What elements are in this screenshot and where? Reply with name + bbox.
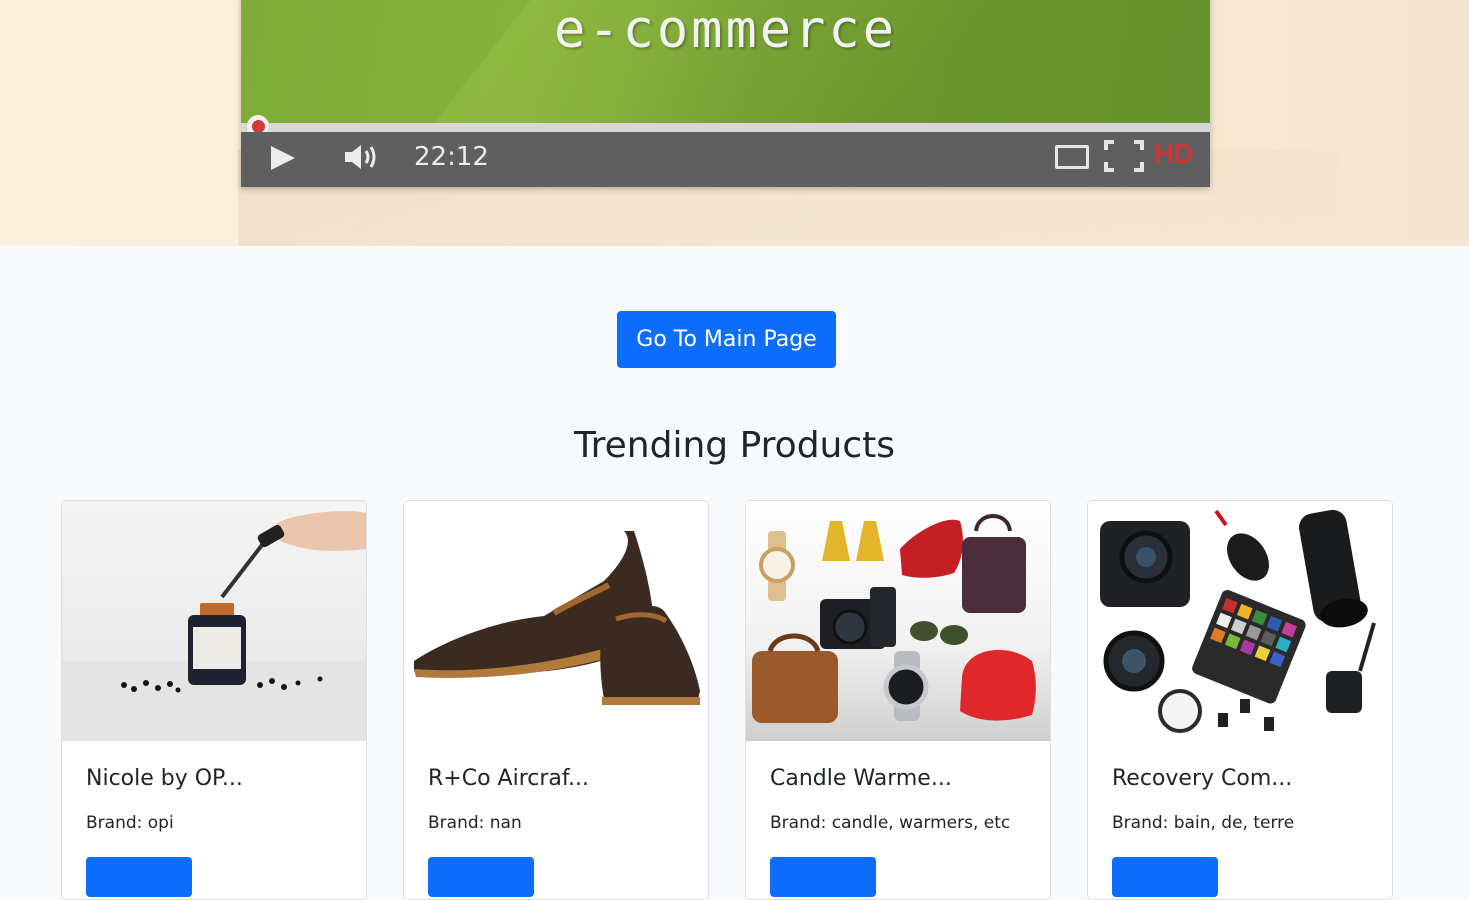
product-title[interactable]: Nicole by OP... (86, 766, 243, 791)
volume-icon (343, 142, 381, 176)
product-image[interactable] (404, 501, 708, 741)
fullscreen-icon (1104, 139, 1144, 177)
product-image[interactable] (1088, 501, 1392, 741)
product-brand: Brand: opi (86, 813, 174, 833)
product-title[interactable]: R+Co Aircraf... (428, 766, 589, 791)
product-brand: Brand: candle, warmers, etc (770, 813, 1011, 833)
product-title[interactable]: Recovery Com... (1112, 766, 1292, 791)
video-player-illustration: e-commerce 22:12 HD (241, 0, 1210, 187)
section-title: Trending Products (573, 425, 896, 466)
product-card[interactable]: Recovery Com... Brand: bain, de, terre (1087, 500, 1393, 900)
view-product-button[interactable] (428, 857, 534, 897)
view-product-button[interactable] (770, 857, 876, 897)
product-brand: Brand: nan (428, 813, 522, 833)
product-title[interactable]: Candle Warme... (770, 766, 952, 791)
view-product-button[interactable] (1112, 857, 1218, 897)
play-icon (271, 146, 295, 170)
video-time: 22:12 (414, 142, 489, 172)
product-grid: Nicole by OP... Brand: opi R+Co Aircraf.… (0, 500, 1469, 900)
product-card[interactable]: Nicole by OP... Brand: opi (61, 500, 367, 900)
hd-badge: HD (1154, 138, 1193, 169)
product-card[interactable]: R+Co Aircraf... Brand: nan (403, 500, 709, 900)
hero-banner: e-commerce 22:12 HD (0, 0, 1469, 246)
video-title: e-commerce (553, 0, 898, 60)
product-image[interactable] (62, 501, 366, 741)
video-screen: e-commerce (241, 0, 1210, 123)
player-controls: 22:12 HD (241, 132, 1210, 187)
progress-bar (241, 115, 1210, 137)
product-image[interactable] (746, 501, 1050, 741)
theater-mode-icon (1055, 145, 1089, 169)
product-card[interactable]: Candle Warme... Brand: candle, warmers, … (745, 500, 1051, 900)
go-to-main-page-button[interactable]: Go To Main Page (617, 311, 836, 368)
view-product-button[interactable] (86, 857, 192, 897)
product-brand: Brand: bain, de, terre (1112, 813, 1295, 833)
